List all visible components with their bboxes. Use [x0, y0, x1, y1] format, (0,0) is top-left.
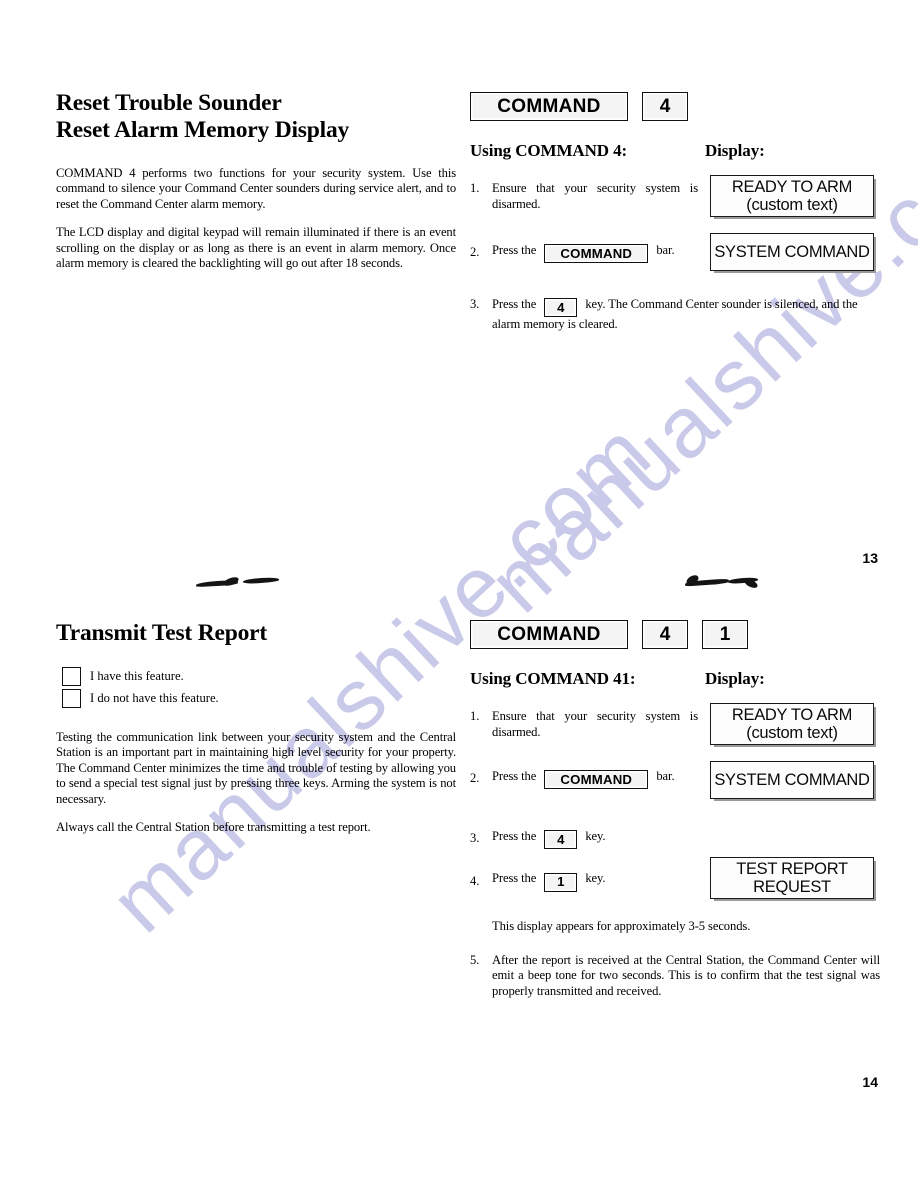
checkbox-label: I have this feature.: [90, 669, 184, 683]
step-number: 1.: [470, 709, 480, 723]
column-headers: Using COMMAND 41: Display:: [470, 669, 880, 689]
step-item: 2. Press the COMMAND bar.: [470, 243, 698, 264]
step-text: Press the 4 key.: [492, 829, 880, 850]
step-number: 2.: [470, 771, 480, 786]
step-item: 2. Press the COMMAND bar.: [470, 769, 698, 790]
display-duration-note: This display appears for approximately 3…: [492, 919, 751, 934]
step-text: Press the 1 key.: [492, 871, 698, 892]
display-box-system-command: SYSTEM COMMAND: [710, 761, 874, 799]
step-text-before: Press the: [492, 829, 537, 843]
key-4[interactable]: 4: [642, 92, 688, 121]
step-item: 3. Press the 4 key.: [470, 829, 880, 850]
display-label: Display:: [705, 141, 765, 160]
key-4-inline[interactable]: 4: [544, 298, 578, 318]
page-title-line1: Transmit Test Report: [56, 620, 267, 646]
step-number: 3.: [470, 831, 480, 846]
using-command-label: Using COMMAND 41:: [470, 669, 636, 688]
intro-paragraph-1: Testing the communication link between y…: [56, 730, 456, 806]
display-box-ready-to-arm: READY TO ARM (custom text): [710, 175, 874, 217]
step-text: Press the 4 key. The Command Center soun…: [492, 297, 880, 333]
key-sequence: COMMAND 4: [470, 92, 880, 121]
intro-paragraph-2: The LCD display and digital keypad will …: [56, 225, 456, 271]
display-line1: SYSTEM COMMAND: [714, 770, 870, 789]
step-item: 4. Press the 1 key.: [470, 871, 698, 892]
step-text-after: key.: [585, 871, 606, 886]
page-number: 13: [862, 550, 878, 566]
key-4-inline[interactable]: 4: [544, 830, 578, 850]
column-headers: Using COMMAND 4: Display:: [470, 141, 880, 161]
step-text: Press the COMMAND bar.: [492, 243, 698, 264]
step-text: Press the COMMAND bar.: [492, 769, 698, 790]
page-14-left-column: Transmit Test Report I have this feature…: [56, 620, 456, 835]
checkbox-label: I do not have this feature.: [90, 691, 219, 705]
display-line1: READY TO ARM: [731, 705, 853, 724]
display-line2: (custom text): [746, 196, 838, 214]
page-title: Reset Trouble Sounder Reset Alarm Memory…: [56, 90, 456, 144]
display-line1: READY TO ARM: [731, 177, 853, 196]
key-sequence: COMMAND 4 1: [470, 620, 880, 649]
checkbox-row[interactable]: I have this feature.: [62, 667, 456, 686]
step-item: 5. After the report is received at the C…: [470, 953, 880, 1000]
display-box-system-command: SYSTEM COMMAND: [710, 233, 874, 271]
display-box-test-report-request: TEST REPORT REQUEST: [710, 857, 874, 900]
key-1-inline[interactable]: 1: [544, 872, 578, 892]
using-command-label: Using COMMAND 4:: [470, 141, 628, 160]
step-item: 1. Ensure that your security system is d…: [470, 709, 698, 740]
step-item: 1. Ensure that your security system is d…: [470, 181, 698, 212]
step-number: 4.: [470, 873, 480, 888]
step-text-after: key.: [585, 829, 606, 843]
step-text: Ensure that your security system is disa…: [492, 181, 698, 211]
page-title-line1: Reset Trouble Sounder: [56, 90, 282, 116]
page-13-right-column: COMMAND 4 Using COMMAND 4: Display: 1. E…: [470, 92, 880, 333]
page-number: 14: [862, 1074, 878, 1090]
checkbox-have-feature[interactable]: [62, 667, 81, 686]
checkbox-row[interactable]: I do not have this feature.: [62, 689, 456, 708]
checkbox-not-have-feature[interactable]: [62, 689, 81, 708]
step-text-before: Press the: [492, 297, 537, 311]
step-number: 5.: [470, 952, 480, 967]
page-title: Transmit Test Report: [56, 620, 456, 647]
key-command-inline[interactable]: COMMAND: [544, 244, 649, 264]
step-item: 3. Press the 4 key. The Command Center s…: [470, 297, 880, 333]
step-text-after: bar.: [656, 769, 675, 783]
page-13: Reset Trouble Sounder Reset Alarm Memory…: [0, 0, 918, 594]
step-text-before: Press the: [492, 769, 537, 783]
page-13-left-column: Reset Trouble Sounder Reset Alarm Memory…: [56, 90, 456, 271]
page-14: Transmit Test Report I have this feature…: [0, 594, 918, 1188]
display-line2: (custom text): [746, 724, 838, 742]
key-1[interactable]: 1: [702, 620, 748, 649]
step-text-before: Press the: [492, 871, 537, 886]
intro-paragraph-1: COMMAND 4 performs two functions for you…: [56, 166, 456, 211]
key-command[interactable]: COMMAND: [470, 92, 628, 121]
display-line2: REQUEST: [753, 878, 831, 897]
step-number: 2.: [470, 245, 480, 260]
key-command-inline[interactable]: COMMAND: [544, 770, 649, 790]
step-text-after: bar.: [656, 243, 675, 257]
display-line1: TEST REPORT: [736, 859, 848, 878]
step-number: 1.: [470, 181, 480, 195]
page-14-right-column: COMMAND 4 1 Using COMMAND 41: Display: 1…: [470, 620, 880, 1000]
key-4[interactable]: 4: [642, 620, 688, 649]
display-label: Display:: [705, 669, 765, 688]
display-box-ready-to-arm: READY TO ARM (custom text): [710, 703, 874, 745]
key-command[interactable]: COMMAND: [470, 620, 628, 649]
step-text: After the report is received at the Cent…: [492, 952, 880, 999]
step-text: Ensure that your security system is disa…: [492, 709, 698, 739]
step-text-before: Press the: [492, 243, 537, 257]
page-title-line2: Reset Alarm Memory Display: [56, 117, 350, 143]
display-line1: SYSTEM COMMAND: [714, 242, 870, 261]
intro-paragraph-2: Always call the Central Station before t…: [56, 820, 371, 835]
step-number: 3.: [470, 297, 480, 311]
